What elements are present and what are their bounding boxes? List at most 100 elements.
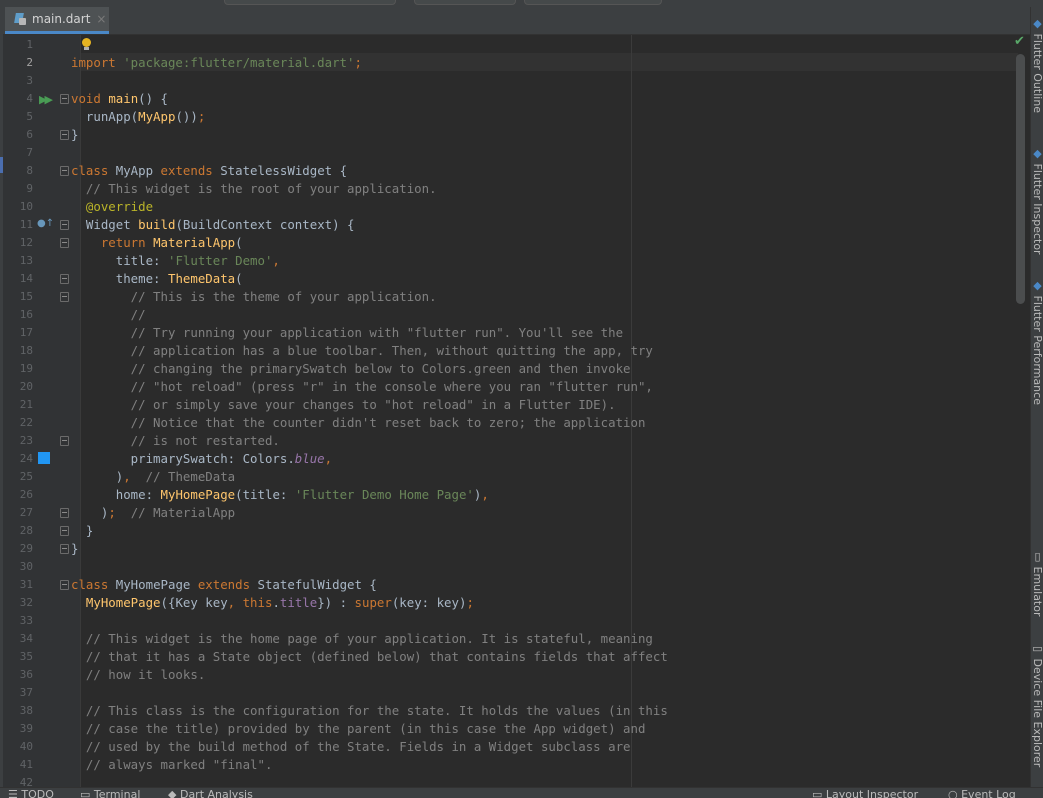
line-number: 20 xyxy=(19,380,33,393)
line-number: 40 xyxy=(19,740,33,753)
line-number: 26 xyxy=(19,488,33,501)
line-number: 19 xyxy=(19,362,33,375)
folder-icon: ▭ xyxy=(1031,642,1043,659)
close-icon[interactable]: × xyxy=(96,12,106,26)
line-number: 38 xyxy=(19,704,33,717)
code-line: // This widget is the root of your appli… xyxy=(71,181,437,196)
check-icon: ✔ xyxy=(1014,34,1025,49)
right-tool-window-bar: ◆ Flutter Outline ◆ Flutter Inspector ◆ … xyxy=(1030,7,1043,787)
code-line: // application has a blue toolbar. Then,… xyxy=(71,343,653,358)
code-line: primarySwatch: Colors.blue, xyxy=(71,451,333,466)
flutter-icon: ◆ xyxy=(1031,147,1043,164)
code-line: // changing the primarySwatch below to C… xyxy=(71,361,631,376)
line-numbers: 1 2 3 4 5 6 7 8 9 10 11 12 13 14 15 16 17 18 19 20 21 22 23 24 2… xyxy=(3,36,33,787)
dart-file-icon xyxy=(14,12,27,26)
code-line: // Try running your application with "fl… xyxy=(71,325,624,340)
toolbar-field[interactable] xyxy=(224,0,396,5)
code-line: // xyxy=(71,307,146,322)
fold-marker-icon[interactable] xyxy=(60,220,69,230)
line-number: 7 xyxy=(26,146,33,159)
line-number: 4 xyxy=(26,92,33,105)
code-line: // Notice that the counter didn't reset … xyxy=(71,415,646,430)
run-icon[interactable]: ▶▶ xyxy=(39,93,53,106)
fold-marker-icon[interactable] xyxy=(60,436,69,446)
code-line: return MaterialApp( xyxy=(71,235,243,250)
code-line: MyHomePage({Key key, this.title}) : supe… xyxy=(71,595,474,610)
line-number: 18 xyxy=(19,344,33,357)
fold-marker-icon[interactable] xyxy=(60,238,69,248)
override-icon[interactable]: ●↑ xyxy=(37,218,54,229)
code-line: // used by the build method of the State… xyxy=(71,739,631,754)
device-file-explorer-tool[interactable]: ▭ Device File Explorer xyxy=(1031,642,1043,782)
tab-main-dart[interactable]: main.dart × xyxy=(5,7,109,34)
code-line: home: MyHomePage(title: 'Flutter Demo Ho… xyxy=(71,487,489,502)
line-number: 1 xyxy=(26,38,33,51)
code-line: void main() { xyxy=(71,91,168,106)
code-line: // is not restarted. xyxy=(71,433,280,448)
toolbar-field[interactable] xyxy=(524,0,662,5)
emulator-tool[interactable]: ▯ Emulator xyxy=(1031,550,1043,620)
flutter-performance-tool[interactable]: ◆ Flutter Performance xyxy=(1031,279,1043,415)
fold-marker-icon[interactable] xyxy=(60,94,69,104)
code-line: Widget build(BuildContext context) { xyxy=(71,217,355,232)
flutter-icon: ◆ xyxy=(1031,279,1043,296)
code-content[interactable]: import 'package:flutter/material.dart'; v… xyxy=(71,36,668,787)
toolbar-field[interactable] xyxy=(414,0,516,5)
fold-marker-icon[interactable] xyxy=(60,580,69,590)
fold-marker-icon[interactable] xyxy=(60,166,69,176)
line-number: 9 xyxy=(26,182,33,195)
line-number: 3 xyxy=(26,74,33,87)
line-number: 2 xyxy=(26,56,33,69)
line-number: 37 xyxy=(19,686,33,699)
line-number: 5 xyxy=(26,110,33,123)
line-number: 28 xyxy=(19,524,33,537)
code-line: theme: ThemeData( xyxy=(71,271,243,286)
tab-label: main.dart xyxy=(32,12,91,26)
flutter-outline-tool[interactable]: ◆ Flutter Outline xyxy=(1031,17,1043,125)
code-line: // This is the theme of your application… xyxy=(71,289,437,304)
line-number: 14 xyxy=(19,272,33,285)
flutter-icon: ◆ xyxy=(1031,17,1043,34)
line-number: 42 xyxy=(19,776,33,787)
editor-tab-bar: main.dart × xyxy=(3,7,1030,35)
line-number: 30 xyxy=(19,560,33,573)
line-number: 27 xyxy=(19,506,33,519)
code-line: // that it has a State object (defined b… xyxy=(71,649,668,664)
top-toolbar-strip xyxy=(0,0,1043,7)
line-number: 35 xyxy=(19,650,33,663)
line-number: 32 xyxy=(19,596,33,609)
line-number: 11 xyxy=(19,218,33,231)
code-editor[interactable]: 1 2 3 4 5 6 7 8 9 10 11 12 13 14 15 16 17 18 19 20 21 22 23 24 2… xyxy=(3,35,1018,787)
color-swatch-icon[interactable] xyxy=(38,452,50,464)
fold-marker-icon[interactable] xyxy=(60,544,69,554)
flutter-inspector-tool[interactable]: ◆ Flutter Inspector xyxy=(1031,147,1043,259)
vertical-scrollbar[interactable] xyxy=(1016,54,1025,304)
fold-marker-icon[interactable] xyxy=(60,292,69,302)
code-line: // case the title) provided by the paren… xyxy=(71,721,646,736)
fold-marker-icon[interactable] xyxy=(60,274,69,284)
code-line: // This class is the configuration for t… xyxy=(71,703,668,718)
line-number: 34 xyxy=(19,632,33,645)
code-line: runApp(MyApp()); xyxy=(71,109,206,124)
line-number: 29 xyxy=(19,542,33,555)
line-number: 6 xyxy=(26,128,33,141)
fold-marker-icon[interactable] xyxy=(60,508,69,518)
line-number: 25 xyxy=(19,470,33,483)
phone-icon: ▯ xyxy=(1031,550,1043,567)
code-line: ), // ThemeData xyxy=(71,469,236,484)
line-number: 24 xyxy=(19,452,33,465)
code-line: // how it looks. xyxy=(71,667,206,682)
line-number: 17 xyxy=(19,326,33,339)
fold-marker-icon[interactable] xyxy=(60,130,69,140)
fold-marker-icon[interactable] xyxy=(60,526,69,536)
line-number: 23 xyxy=(19,434,33,447)
code-line: class MyApp extends StatelessWidget { xyxy=(71,163,348,178)
line-number: 31 xyxy=(19,578,33,591)
line-number: 36 xyxy=(19,668,33,681)
line-number: 16 xyxy=(19,308,33,321)
